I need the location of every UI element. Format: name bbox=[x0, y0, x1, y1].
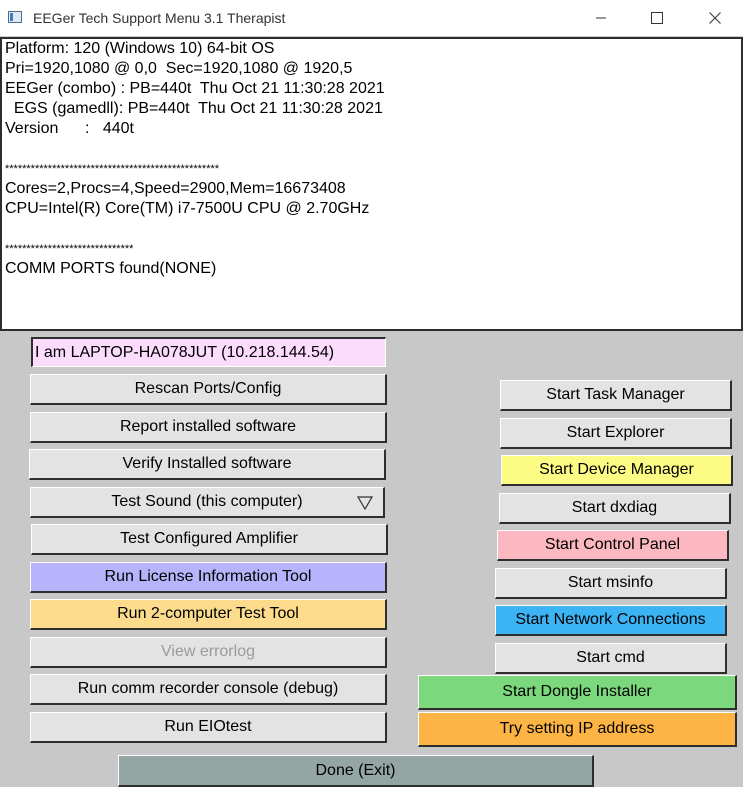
info-line: Pri=1920,1080 @ 0,0 Sec=1920,1080 @ 1920… bbox=[5, 60, 353, 77]
start-network-connections-button[interactable]: Start Network Connections bbox=[495, 605, 727, 636]
minimize-icon bbox=[596, 17, 606, 19]
close-button[interactable] bbox=[692, 0, 738, 36]
verify-software-button[interactable]: Verify Installed software bbox=[29, 449, 386, 480]
title-bar: EEGer Tech Support Menu 3.1 Therapist bbox=[0, 0, 743, 37]
window-title: EEGer Tech Support Menu 3.1 Therapist bbox=[33, 10, 286, 26]
test-amplifier-button[interactable]: Test Configured Amplifier bbox=[31, 524, 388, 555]
host-info-field[interactable]: I am LAPTOP-HA078JUT (10.218.144.54) bbox=[31, 337, 386, 367]
test-sound-dropdown[interactable]: Test Sound (this computer) bbox=[30, 487, 385, 518]
view-errorlog-button[interactable]: View errorlog bbox=[30, 637, 387, 668]
rescan-ports-button[interactable]: Rescan Ports/Config bbox=[30, 374, 387, 405]
info-line: EEGer (combo) : PB=440t Thu Oct 21 11:30… bbox=[5, 80, 385, 97]
start-cmd-button[interactable]: Start cmd bbox=[495, 643, 727, 674]
two-computer-test-button[interactable]: Run 2-computer Test Tool bbox=[30, 599, 387, 630]
info-line: Cores=2,Procs=4,Speed=2900,Mem=16673408 bbox=[5, 180, 346, 197]
maximize-button[interactable] bbox=[634, 0, 680, 36]
info-separator: ****************************************… bbox=[5, 163, 220, 175]
info-line: Version : 440t bbox=[5, 120, 134, 137]
maximize-icon bbox=[651, 12, 663, 24]
start-explorer-button[interactable]: Start Explorer bbox=[500, 418, 732, 449]
minimize-button[interactable] bbox=[578, 0, 624, 36]
test-sound-label: Test Sound (this computer) bbox=[111, 493, 303, 510]
start-device-manager-button[interactable]: Start Device Manager bbox=[501, 455, 733, 486]
start-msinfo-button[interactable]: Start msinfo bbox=[495, 568, 727, 599]
license-tool-button[interactable]: Run License Information Tool bbox=[30, 562, 387, 593]
start-dxdiag-button[interactable]: Start dxdiag bbox=[499, 493, 731, 524]
done-exit-button[interactable]: Done (Exit) bbox=[118, 755, 594, 787]
try-ip-address-button[interactable]: Try setting IP address bbox=[418, 712, 737, 747]
system-info-text[interactable]: Platform: 120 (Windows 10) 64-bit OS Pri… bbox=[0, 37, 743, 331]
info-line: CPU=Intel(R) Core(TM) i7-7500U CPU @ 2.7… bbox=[5, 200, 370, 217]
start-dongle-installer-button[interactable]: Start Dongle Installer bbox=[418, 675, 737, 710]
report-software-button[interactable]: Report installed software bbox=[30, 412, 387, 443]
run-eiotest-button[interactable]: Run EIOtest bbox=[30, 712, 387, 743]
info-separator: ****************************** bbox=[5, 243, 134, 255]
start-control-panel-button[interactable]: Start Control Panel bbox=[497, 530, 729, 561]
info-line bbox=[2, 219, 741, 239]
comm-recorder-button[interactable]: Run comm recorder console (debug) bbox=[30, 674, 387, 705]
info-line: Platform: 120 (Windows 10) 64-bit OS bbox=[5, 40, 275, 57]
info-line bbox=[2, 139, 741, 159]
close-icon bbox=[709, 12, 721, 24]
info-line: COMM PORTS found(NONE) bbox=[5, 260, 217, 277]
start-task-manager-button[interactable]: Start Task Manager bbox=[500, 380, 732, 411]
app-icon bbox=[8, 11, 22, 23]
info-line: EGS (gamedll): PB=440t Thu Oct 21 11:30:… bbox=[5, 100, 383, 117]
dropdown-triangle-icon bbox=[357, 496, 373, 510]
